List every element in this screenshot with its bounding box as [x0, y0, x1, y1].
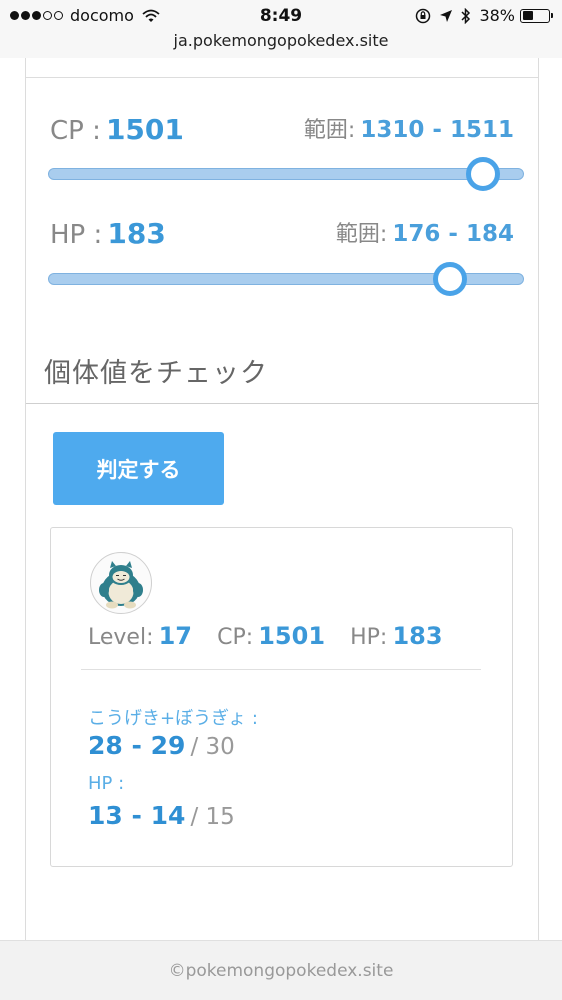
orientation-lock-icon	[416, 8, 431, 23]
footer: ©pokemongopokedex.site	[0, 940, 562, 1000]
cp-slider[interactable]	[48, 157, 524, 191]
cp-range: 範囲: 1310 - 1511	[304, 112, 514, 144]
cp-label: CP :	[50, 116, 101, 146]
status-bar: docomo 8:49 38%	[0, 4, 562, 30]
cp-readout: CP : 1501	[50, 113, 184, 146]
cp-range-label: 範囲:	[303, 118, 356, 143]
atk-def-iv-range: 28 - 29	[88, 731, 186, 760]
level-value: 17	[158, 622, 192, 650]
atk-def-iv-max: / 30	[190, 734, 235, 760]
divider	[26, 403, 538, 404]
result-hp-label: HP:	[350, 625, 388, 650]
judge-button[interactable]: 判定する	[53, 432, 224, 505]
divider	[26, 77, 538, 78]
divider	[81, 669, 481, 670]
address-bar-url[interactable]: ja.pokemongopokedex.site	[0, 31, 562, 50]
footer-copyright[interactable]: ©pokemongopokedex.site	[169, 961, 394, 981]
result-hp-value: 183	[392, 622, 443, 650]
cp-range-value: 1310 - 1511	[360, 117, 514, 143]
status-right-group: 38%	[407, 6, 553, 25]
result-cp-value: 1501	[258, 622, 326, 650]
section-title: 個体値をチェック	[44, 358, 268, 389]
hp-readout: HP : 183	[50, 217, 166, 250]
hp-range: 範囲: 176 - 184	[336, 216, 514, 248]
result-stats-line: Level: 17 CP: 1501 HP: 183	[88, 622, 443, 650]
battery-icon	[520, 8, 553, 23]
atk-def-iv-value: 28 - 29 / 30	[88, 731, 235, 760]
result-cp-label: CP:	[217, 625, 254, 650]
hp-range-value: 176 - 184	[392, 221, 514, 247]
cp-slider-handle[interactable]	[465, 157, 500, 191]
hp-iv-label: HP :	[88, 773, 125, 794]
hp-slider[interactable]	[48, 262, 524, 296]
hp-iv-range: 13 - 14	[88, 801, 186, 830]
location-arrow-icon	[440, 9, 453, 22]
snorlax-icon	[99, 561, 143, 609]
pokemon-avatar	[90, 552, 152, 614]
cp-row: CP : 1501 範囲: 1310 - 1511	[50, 110, 514, 146]
hp-iv-max: / 15	[190, 804, 235, 830]
battery-percent: 38%	[479, 6, 515, 25]
hp-slider-handle[interactable]	[432, 262, 467, 296]
cp-value: 1501	[105, 113, 184, 146]
atk-def-iv-label: こうげき+ぼうぎょ :	[88, 708, 258, 729]
hp-row: HP : 183 範囲: 176 - 184	[50, 214, 514, 250]
hp-range-label: 範囲:	[335, 222, 388, 247]
hp-value: 183	[107, 217, 166, 250]
bluetooth-icon	[461, 7, 471, 24]
hp-iv-value: 13 - 14 / 15	[88, 801, 235, 830]
result-card: Level: 17 CP: 1501 HP: 183 こうげき+ぼうぎょ : 2…	[50, 527, 513, 867]
hp-label: HP :	[50, 220, 103, 250]
main-content: CP : 1501 範囲: 1310 - 1511 HP : 183 範囲: 1…	[25, 58, 539, 940]
level-label: Level:	[88, 625, 154, 650]
browser-topbar: docomo 8:49 38% ja.pokemongopokedex.site	[0, 0, 562, 58]
